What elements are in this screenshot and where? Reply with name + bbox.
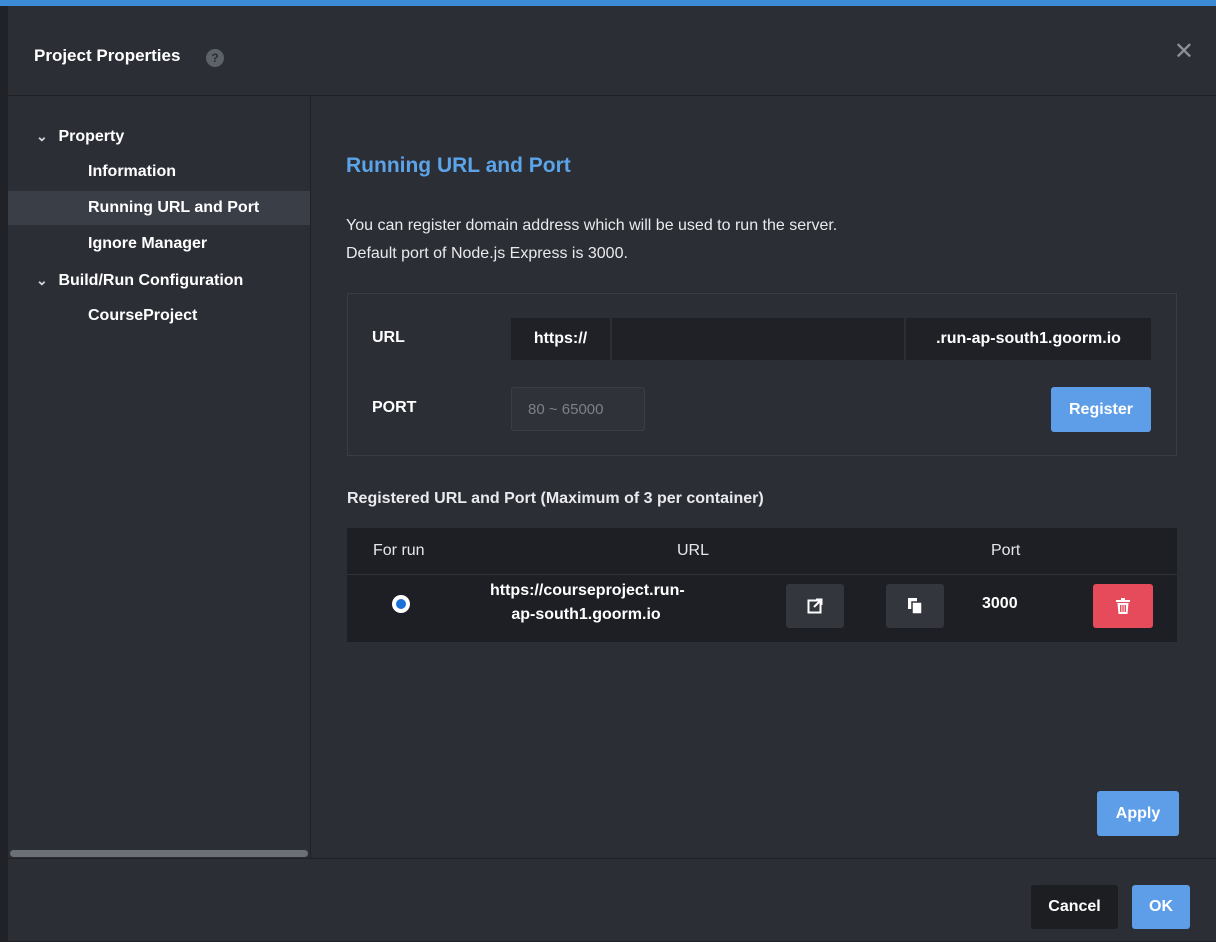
dialog-title: Project Properties (34, 46, 181, 65)
question-circle-icon[interactable]: ? (206, 49, 224, 67)
port-label: PORT (372, 399, 417, 416)
open-url-button[interactable] (786, 584, 844, 628)
tree-group-label: Build/Run Configuration (58, 272, 244, 289)
tree-item-label: Information (88, 163, 176, 180)
apply-button[interactable]: Apply (1097, 791, 1179, 836)
url-suffix: .run-ap-south1.goorm.io (906, 318, 1151, 360)
ok-button[interactable]: OK (1132, 885, 1190, 929)
port-input[interactable] (511, 387, 645, 431)
tree-item-running-url-and-port[interactable]: Running URL and Port (8, 191, 310, 225)
tree-group-label: Property (58, 128, 125, 145)
tree-item-label: Running URL and Port (88, 199, 260, 216)
registered-table: For run URL Port https://courseproject.r… (347, 528, 1177, 642)
chevron-down-icon: ⌄ (36, 128, 48, 144)
url-label: URL (372, 329, 405, 346)
url-prefix: https:// (511, 318, 610, 360)
cancel-button[interactable]: Cancel (1031, 885, 1118, 929)
tree-item-information[interactable]: Information (8, 155, 310, 189)
table-row: https://courseproject.run- ap-south1.goo… (347, 574, 1177, 643)
url-line: https://courseproject.run- (490, 582, 685, 599)
copy-icon (908, 597, 923, 615)
register-button[interactable]: Register (1051, 387, 1151, 432)
project-properties-dialog: Project Properties ? ✕ ⌄ Property Inform… (8, 6, 1216, 941)
registered-port: 3000 (982, 595, 1018, 612)
for-run-radio[interactable] (392, 595, 410, 613)
external-link-icon (807, 598, 823, 614)
close-icon[interactable]: ✕ (1174, 40, 1194, 64)
column-header-port: Port (991, 542, 1021, 559)
copy-url-button[interactable] (886, 584, 944, 628)
url-port-form: URL https:// .run-ap-south1.goorm.io POR… (347, 293, 1177, 456)
tree-item-courseproject[interactable]: CourseProject (8, 299, 310, 333)
description-line: You can register domain address which wi… (346, 217, 838, 234)
sidebar-horizontal-scrollbar[interactable] (10, 850, 308, 857)
url-line: ap-south1.goorm.io (511, 606, 661, 623)
column-header-for-run: For run (373, 542, 425, 559)
section-description: You can register domain address which wi… (346, 212, 837, 268)
tree-item-label: CourseProject (88, 307, 198, 324)
description-line: Default port of Node.js Express is 3000. (346, 245, 628, 262)
section-title: Running URL and Port (346, 154, 571, 177)
tree-item-label: Ignore Manager (88, 235, 208, 252)
chevron-down-icon: ⌄ (36, 272, 48, 288)
tree-group-build-run-configuration[interactable]: ⌄ Build/Run Configuration (8, 263, 310, 297)
dialog-footer: Cancel OK (8, 858, 1216, 942)
trash-icon (1116, 597, 1130, 614)
dialog-header: Project Properties ? ✕ (8, 6, 1216, 96)
sidebar-tree: ⌄ Property Information Running URL and P… (8, 96, 311, 858)
tree-group-property[interactable]: ⌄ Property (8, 119, 310, 153)
delete-url-button[interactable] (1093, 584, 1153, 628)
registered-title: Registered URL and Port (Maximum of 3 pe… (347, 490, 764, 507)
registered-url: https://courseproject.run- ap-south1.goo… (490, 579, 685, 627)
main-panel: Running URL and Port You can register do… (311, 96, 1216, 858)
tree-item-ignore-manager[interactable]: Ignore Manager (8, 227, 310, 261)
column-header-url: URL (677, 542, 710, 559)
url-subdomain-input[interactable] (612, 318, 904, 360)
